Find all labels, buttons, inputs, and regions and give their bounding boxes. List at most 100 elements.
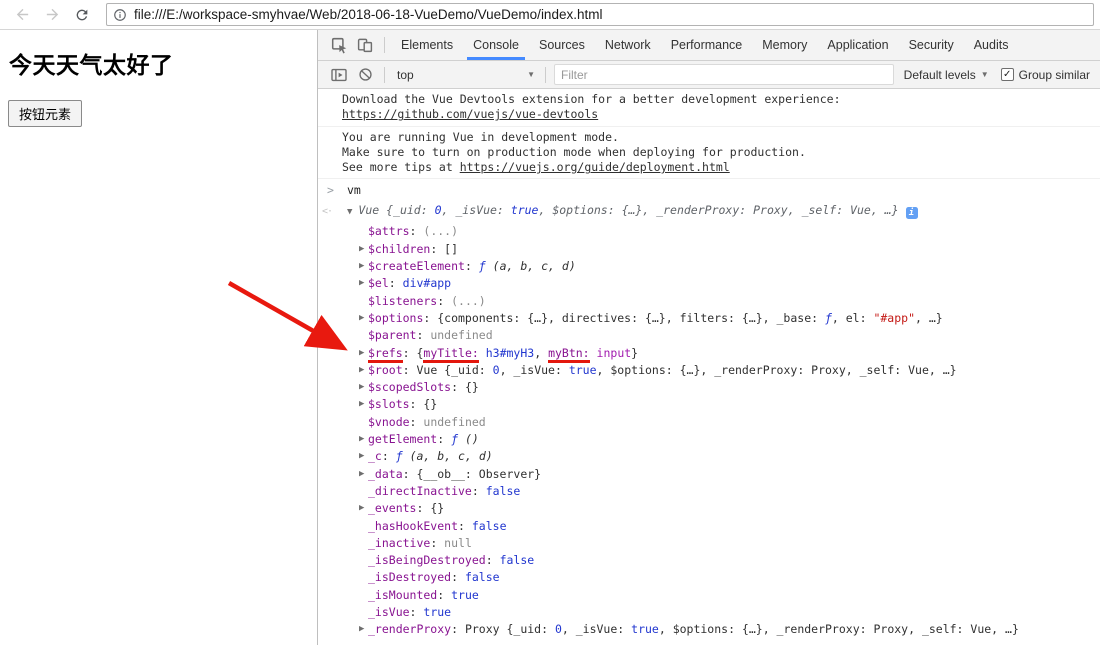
console-text-segment: _renderProxy bbox=[368, 622, 452, 637]
console-sidebar-icon[interactable] bbox=[326, 63, 352, 87]
tab-memory[interactable]: Memory bbox=[756, 30, 813, 60]
expand-triangle-icon[interactable]: ▶ bbox=[359, 345, 364, 362]
inspect-element-icon[interactable] bbox=[326, 33, 352, 57]
console-text-segment bbox=[479, 346, 486, 360]
console-command-text: vm bbox=[347, 183, 361, 198]
clear-console-icon[interactable] bbox=[352, 63, 378, 87]
divider bbox=[384, 66, 385, 83]
console-text-segment: () bbox=[458, 432, 479, 447]
console-text-segment: , _isVue: bbox=[561, 622, 632, 637]
console-property-row[interactable]: ▶ getElement: ƒ () bbox=[318, 431, 1100, 448]
console-message: You are running Vue in development mode.… bbox=[318, 127, 1100, 180]
console-text-segment: (a, b, c, d) bbox=[485, 259, 576, 274]
console-text-segment: undefined bbox=[423, 414, 486, 429]
console-text-segment: } bbox=[631, 345, 639, 360]
console-text-segment: : bbox=[485, 553, 500, 568]
expand-triangle-icon[interactable]: ▶ bbox=[359, 466, 364, 483]
console-text-segment: _directInactive bbox=[368, 483, 472, 498]
reload-icon[interactable] bbox=[70, 3, 94, 27]
console-property-row[interactable]: ▶ _c: ƒ (a, b, c, d) bbox=[318, 448, 1100, 465]
console-input-chevron-icon: > bbox=[327, 183, 334, 198]
console-text-segment: , el: bbox=[831, 310, 874, 325]
log-level-label: Default levels bbox=[903, 67, 976, 82]
console-text-segment: : bbox=[451, 570, 465, 585]
page-info-icon[interactable] bbox=[113, 8, 127, 22]
collapse-triangle-icon[interactable]: ▼ bbox=[347, 205, 352, 220]
console-property-row[interactable]: ▶ $scopedSlots: {} bbox=[318, 379, 1100, 396]
console-text-segment: : {} bbox=[451, 380, 479, 395]
tab-elements[interactable]: Elements bbox=[395, 30, 459, 60]
devtools-panel: Elements Console Sources Network Performance… bbox=[317, 30, 1100, 645]
expand-triangle-icon[interactable]: ▶ bbox=[359, 448, 364, 465]
expand-triangle-icon[interactable]: ▶ bbox=[359, 241, 364, 258]
execution-context-selector[interactable]: top ▼ bbox=[391, 68, 539, 82]
console-text-segment: _inactive bbox=[368, 535, 431, 550]
console-text-segment: true bbox=[631, 622, 659, 637]
console-text-segment: true bbox=[510, 203, 539, 218]
console-property-row[interactable]: ▶ $children: [] bbox=[318, 241, 1100, 258]
console-property-row[interactable]: ▶ $refs: {myTitle: h3#myH3, myBtn: input} bbox=[318, 345, 1100, 363]
expand-triangle-icon[interactable]: ▶ bbox=[359, 500, 364, 517]
tab-sources[interactable]: Sources bbox=[533, 30, 591, 60]
console-text-segment: Vue {_uid: bbox=[358, 203, 435, 218]
console-property-row[interactable]: ▶ $createElement: ƒ (a, b, c, d) bbox=[318, 258, 1100, 275]
back-icon[interactable] bbox=[10, 3, 34, 27]
expand-triangle-icon[interactable]: ▶ bbox=[359, 362, 364, 379]
console-text-segment: : bbox=[430, 535, 445, 550]
console-output: Download the Vue Devtools extension for … bbox=[318, 89, 1100, 645]
address-bar[interactable]: file:///E:/workspace-smyhvae/Web/2018-06… bbox=[106, 3, 1094, 26]
log-level-selector[interactable]: Default levels ▼ bbox=[904, 68, 989, 82]
console-property-row[interactable]: ▶ $root: Vue {_uid: 0, _isVue: true, $opt… bbox=[318, 362, 1100, 379]
console-text-segment: false bbox=[499, 553, 535, 568]
console-text-segment: _isBeingDestroyed bbox=[368, 553, 486, 568]
console-result-row[interactable]: <· ▼ Vue {_uid: 0, _isVue: true, $option… bbox=[318, 198, 1100, 223]
console-text-segment: ƒ bbox=[395, 449, 403, 464]
tab-network[interactable]: Network bbox=[599, 30, 657, 60]
console-property-row[interactable]: ▶ $slots: {} bbox=[318, 396, 1100, 413]
console-property-row: _hasHookEvent: false bbox=[318, 518, 1100, 535]
expand-triangle-icon[interactable]: ▶ bbox=[359, 275, 364, 292]
console-text-segment: (...) bbox=[423, 224, 459, 239]
console-property-row: _isDestroyed: false bbox=[318, 569, 1100, 586]
console-text-segment: true bbox=[451, 587, 479, 602]
console-text-segment: getElement bbox=[368, 432, 438, 447]
console-property-row[interactable]: ▶ _renderProxy: Proxy {_uid: 0, _isVue: t… bbox=[318, 621, 1100, 638]
console-text-segment: : bbox=[437, 432, 452, 447]
tab-security[interactable]: Security bbox=[903, 30, 960, 60]
tab-performance[interactable]: Performance bbox=[665, 30, 749, 60]
console-text-segment: (...) bbox=[451, 293, 486, 308]
console-text-segment: $refs bbox=[368, 345, 403, 363]
console-text-segment: 0 bbox=[434, 203, 442, 218]
console-filter-input[interactable] bbox=[554, 64, 894, 85]
page-button[interactable]: 按钮元素 bbox=[8, 100, 83, 127]
console-property-row[interactable]: ▶ _data: {__ob__: Observer} bbox=[318, 466, 1100, 483]
expand-triangle-icon[interactable]: ▶ bbox=[359, 258, 364, 275]
console-text-segment: 0 bbox=[492, 362, 500, 377]
console-text-segment: $slots bbox=[368, 397, 410, 412]
group-similar-checkbox[interactable]: ✓ bbox=[1000, 68, 1014, 81]
expand-triangle-icon[interactable]: ▶ bbox=[359, 621, 364, 638]
tab-application[interactable]: Application bbox=[821, 30, 894, 60]
expand-triangle-icon[interactable]: ▶ bbox=[359, 396, 364, 413]
console-link[interactable]: https://github.com/vuejs/vue-devtools bbox=[342, 107, 598, 121]
expand-triangle-icon[interactable]: ▶ bbox=[359, 379, 364, 396]
tab-console[interactable]: Console bbox=[467, 30, 525, 60]
console-link[interactable]: https://vuejs.org/guide/deployment.html bbox=[460, 160, 730, 174]
vue-info-icon[interactable]: i bbox=[905, 207, 918, 220]
console-property-row[interactable]: ▶ $el: div#app bbox=[318, 275, 1100, 292]
expand-triangle-icon[interactable]: ▶ bbox=[359, 431, 364, 448]
console-property-row: $vnode: undefined bbox=[318, 414, 1100, 431]
group-similar-label: Group similar bbox=[1018, 67, 1090, 82]
console-text-segment: _c bbox=[368, 449, 382, 464]
expand-triangle-icon[interactable]: ▶ bbox=[359, 310, 364, 327]
forward-icon[interactable] bbox=[40, 3, 64, 27]
console-text-segment: false bbox=[485, 483, 521, 498]
console-property-row[interactable]: ▶ $options: {components: {…}, directives:… bbox=[318, 310, 1100, 327]
tab-audits[interactable]: Audits bbox=[968, 30, 1015, 60]
console-text-segment: : {} bbox=[409, 397, 438, 412]
device-toolbar-icon[interactable] bbox=[352, 33, 378, 57]
console-text-segment: Download the Vue Devtools extension for … bbox=[342, 92, 841, 106]
console-text-segment: : {__ob__: Observer} bbox=[402, 466, 542, 481]
console-text-segment: $options bbox=[368, 310, 424, 325]
console-property-row[interactable]: ▶ _events: {} bbox=[318, 500, 1100, 517]
